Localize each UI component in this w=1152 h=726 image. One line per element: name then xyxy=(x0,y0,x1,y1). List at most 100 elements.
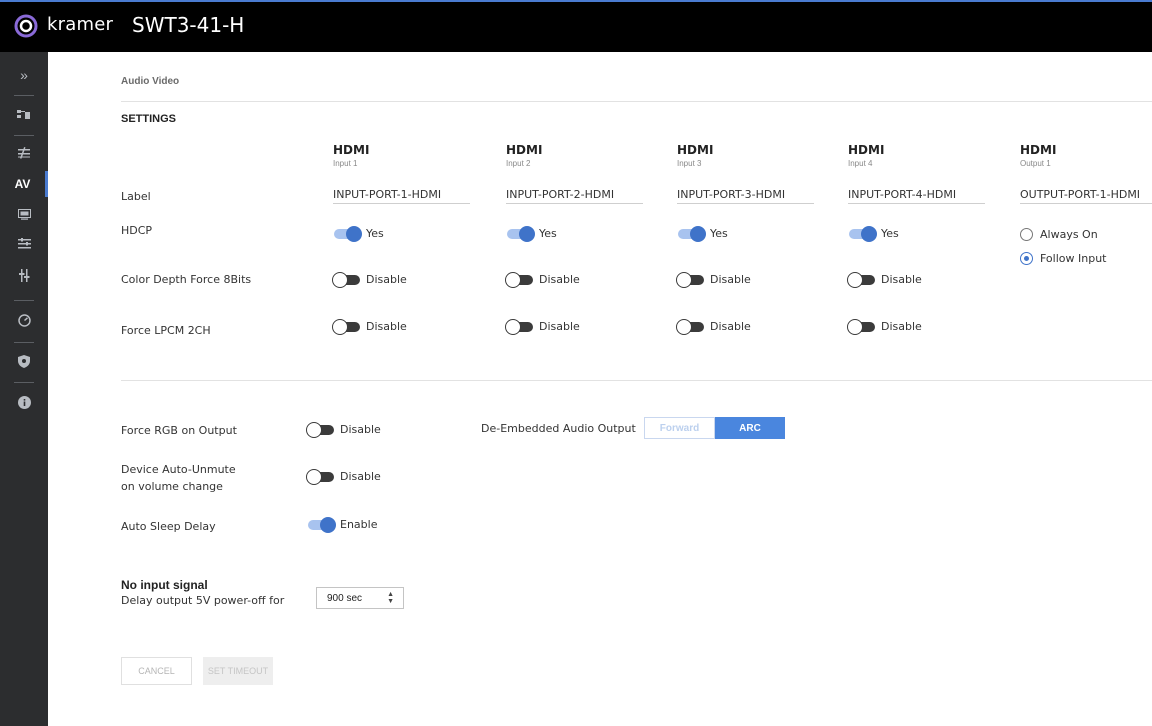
toggle-knob xyxy=(505,271,521,288)
brand-name: kramer xyxy=(47,14,114,35)
port-type: HDMI xyxy=(848,143,885,157)
port-type: HDMI xyxy=(677,143,714,157)
expand-icon[interactable]: » xyxy=(0,62,48,88)
force-lpcm-toggle-input-4[interactable]: Disable xyxy=(847,318,922,335)
toggle-label: Disable xyxy=(539,273,580,286)
column-header-input-4: HDMI Input 4 xyxy=(848,143,884,168)
toggle-label: Enable xyxy=(340,518,378,531)
device-name: SWT3-41-H xyxy=(132,13,245,37)
toggle-track xyxy=(332,271,360,288)
top-bar: kramer SWT3-41-H xyxy=(0,0,1152,52)
no-input-title: No input signal xyxy=(121,578,208,592)
auto-unmute-toggle[interactable]: Disable xyxy=(306,468,381,485)
diagnostics-icon[interactable] xyxy=(0,307,48,333)
toggle-knob xyxy=(332,318,348,335)
radio-label: Follow Input xyxy=(1040,252,1107,265)
column-header-output-1: HDMI Output 1 xyxy=(1020,143,1056,168)
toggle-label: Disable xyxy=(881,273,922,286)
force-lpcm-toggle-input-2[interactable]: Disable xyxy=(505,318,580,335)
radio-label: Always On xyxy=(1040,228,1098,241)
toggle-knob xyxy=(320,516,336,533)
force-rgb-label: Force RGB on Output xyxy=(121,424,237,437)
toggle-track xyxy=(306,468,334,485)
toggle-knob xyxy=(306,468,322,485)
network-icon[interactable] xyxy=(0,102,48,128)
toggle-track xyxy=(505,318,533,335)
toggle-knob xyxy=(847,318,863,335)
sidebar-divider xyxy=(14,300,34,301)
settings-sliders-icon[interactable] xyxy=(0,231,48,257)
toggle-track xyxy=(332,318,360,335)
port-sub: Output 1 xyxy=(1020,159,1051,168)
toggle-label: Yes xyxy=(881,227,899,240)
port-type: HDMI xyxy=(1020,143,1057,157)
info-icon[interactable] xyxy=(0,389,48,415)
deembedded-audio-label: De-Embedded Audio Output xyxy=(481,422,636,435)
color-depth-toggle-input-3[interactable]: Disable xyxy=(676,271,751,288)
auto-sleep-label: Auto Sleep Delay xyxy=(121,520,216,533)
arc-option[interactable]: ARC xyxy=(715,417,785,439)
label-input-input-2[interactable] xyxy=(506,186,643,204)
color-depth-toggle-input-2[interactable]: Disable xyxy=(505,271,580,288)
row-label-label: Label xyxy=(121,190,151,203)
set-timeout-button[interactable]: SET TIMEOUT xyxy=(203,657,273,685)
toggle-track xyxy=(676,271,704,288)
label-input-input-4[interactable] xyxy=(848,186,985,204)
row-label-color-depth: Color Depth Force 8Bits xyxy=(121,273,252,286)
column-header-input-3: HDMI Input 3 xyxy=(677,143,713,168)
audio-mixer-icon[interactable] xyxy=(0,262,48,288)
toggle-label: Disable xyxy=(366,273,407,286)
toggle-knob xyxy=(306,421,322,438)
stepper-arrows-icon[interactable]: ▲ ▼ xyxy=(387,591,394,605)
divider xyxy=(121,101,1152,102)
hdcp-toggle-input-2[interactable]: Yes xyxy=(507,225,557,242)
column-header-input-2: HDMI Input 2 xyxy=(506,143,542,168)
label-input-input-1[interactable] xyxy=(333,186,470,204)
hdcp-toggle-input-4[interactable]: Yes xyxy=(849,225,899,242)
security-shield-icon[interactable] xyxy=(0,348,48,374)
hdcp-radio-always-on[interactable]: Always On xyxy=(1020,228,1098,241)
row-label-hdcp: HDCP xyxy=(121,224,153,237)
breadcrumb: Audio Video xyxy=(121,76,180,87)
force-lpcm-toggle-input-1[interactable]: Disable xyxy=(332,318,407,335)
port-sub: Input 2 xyxy=(506,159,531,168)
force-lpcm-toggle-input-3[interactable]: Disable xyxy=(676,318,751,335)
force-rgb-toggle[interactable]: Disable xyxy=(306,421,381,438)
toggle-label: Disable xyxy=(340,423,381,436)
settings-title: SETTINGS xyxy=(121,113,177,125)
deembedded-audio-selector: Forward ARC xyxy=(644,417,785,439)
toggle-track xyxy=(505,271,533,288)
label-input-input-3[interactable] xyxy=(677,186,814,204)
port-sub: Input 3 xyxy=(677,159,702,168)
hdcp-toggle-input-3[interactable]: Yes xyxy=(678,225,728,242)
sidebar-item-av[interactable]: AV xyxy=(0,171,48,197)
toggle-track xyxy=(334,225,362,242)
toggle-track xyxy=(306,421,334,438)
color-depth-toggle-input-4[interactable]: Disable xyxy=(847,271,922,288)
color-depth-toggle-input-1[interactable]: Disable xyxy=(332,271,407,288)
hdcp-radio-follow-input[interactable]: Follow Input xyxy=(1020,252,1106,265)
hdcp-toggle-input-1[interactable]: Yes xyxy=(334,225,384,242)
port-sub: Input 4 xyxy=(848,159,873,168)
row-label-force-lpcm: Force LPCM 2CH xyxy=(121,324,211,337)
auto-unmute-label-line-1: Device Auto-Unmute xyxy=(121,463,236,476)
toggle-knob xyxy=(690,225,706,242)
radio-dot xyxy=(1020,228,1033,241)
toggle-label: Disable xyxy=(539,320,580,333)
delay-stepper[interactable]: 900 sec ▲ ▼ xyxy=(316,587,404,609)
display-icon[interactable] xyxy=(0,201,48,227)
toggle-track xyxy=(847,318,875,335)
port-sub: Input 1 xyxy=(333,159,358,168)
toggle-label: Disable xyxy=(710,273,751,286)
cancel-button[interactable]: CANCEL xyxy=(121,657,192,685)
auto-sleep-toggle[interactable]: Enable xyxy=(308,516,378,533)
toggle-knob xyxy=(505,318,521,335)
forward-option[interactable]: Forward xyxy=(644,417,715,439)
label-input-output-1[interactable] xyxy=(1020,186,1152,204)
toggle-label: Yes xyxy=(366,227,384,240)
auto-unmute-label-line-2: on volume change xyxy=(121,480,223,493)
auto-switch-icon[interactable] xyxy=(0,140,48,166)
toggle-track xyxy=(676,318,704,335)
toggle-track xyxy=(847,271,875,288)
sidebar: » AV xyxy=(0,52,48,726)
